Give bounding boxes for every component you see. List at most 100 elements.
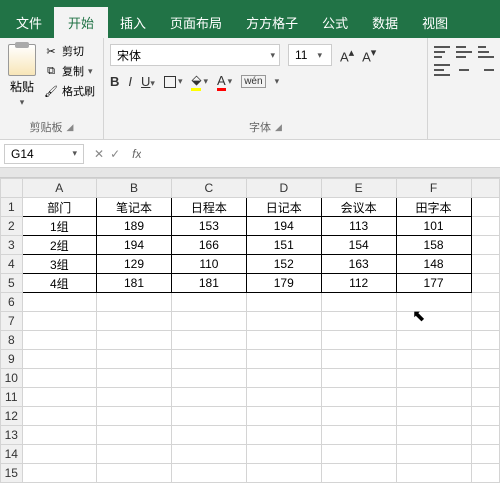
align-bottom-button[interactable]: [478, 46, 494, 58]
cell[interactable]: [471, 426, 500, 445]
row-header[interactable]: 7: [1, 312, 23, 331]
cell[interactable]: [471, 217, 500, 236]
cell[interactable]: [471, 445, 500, 464]
tab-insert[interactable]: 插入: [108, 7, 158, 38]
cell[interactable]: [471, 369, 500, 388]
row-header[interactable]: 5: [1, 274, 23, 293]
row-header[interactable]: 10: [1, 369, 23, 388]
cell[interactable]: [321, 426, 396, 445]
column-header[interactable]: C: [171, 179, 246, 198]
cell[interactable]: [471, 198, 500, 217]
cell[interactable]: [321, 350, 396, 369]
cell[interactable]: [396, 350, 471, 369]
column-header[interactable]: F: [396, 179, 471, 198]
chevron-down-icon[interactable]: ▾: [72, 148, 77, 159]
cell[interactable]: [471, 350, 500, 369]
row-header[interactable]: 15: [1, 464, 23, 483]
cell[interactable]: [246, 312, 321, 331]
cell[interactable]: 154: [321, 236, 396, 255]
cell[interactable]: [246, 407, 321, 426]
cell[interactable]: [22, 464, 96, 483]
cell[interactable]: [471, 407, 500, 426]
row-header[interactable]: 2: [1, 217, 23, 236]
cell[interactable]: [22, 331, 96, 350]
cell[interactable]: [22, 388, 96, 407]
align-left-button[interactable]: [434, 64, 450, 76]
copy-button[interactable]: ⧉复制▾: [42, 62, 97, 80]
row-header[interactable]: 1: [1, 198, 23, 217]
underline-button[interactable]: U▾: [141, 74, 155, 89]
cell[interactable]: 田字本: [396, 198, 471, 217]
cell[interactable]: [246, 464, 321, 483]
cell[interactable]: [471, 388, 500, 407]
cell[interactable]: [171, 464, 246, 483]
cell[interactable]: [396, 426, 471, 445]
cell[interactable]: [171, 312, 246, 331]
cell[interactable]: [171, 293, 246, 312]
cell[interactable]: 166: [171, 236, 246, 255]
align-right-button[interactable]: [478, 64, 494, 76]
cell[interactable]: 部门: [22, 198, 96, 217]
format-painter-button[interactable]: 🖌格式刷: [42, 82, 97, 100]
cell[interactable]: 110: [171, 255, 246, 274]
cell[interactable]: 194: [246, 217, 321, 236]
cell[interactable]: 会议本: [321, 198, 396, 217]
row-header[interactable]: 3: [1, 236, 23, 255]
font-family-select[interactable]: 宋体 ▾: [110, 44, 280, 66]
cell[interactable]: [246, 293, 321, 312]
font-color-button[interactable]: A▾: [217, 73, 232, 91]
cell[interactable]: [471, 464, 500, 483]
cell[interactable]: 177: [396, 274, 471, 293]
chevron-down-icon[interactable]: ▾: [88, 66, 93, 77]
row-header[interactable]: 6: [1, 293, 23, 312]
cell[interactable]: [22, 312, 96, 331]
cell[interactable]: [246, 350, 321, 369]
cell[interactable]: [321, 331, 396, 350]
cell[interactable]: 1组: [22, 217, 96, 236]
cell[interactable]: 112: [321, 274, 396, 293]
cell[interactable]: 3组: [22, 255, 96, 274]
cell[interactable]: [171, 388, 246, 407]
cell[interactable]: [396, 312, 471, 331]
cell[interactable]: [396, 293, 471, 312]
row-header[interactable]: 8: [1, 331, 23, 350]
cell[interactable]: [22, 445, 96, 464]
cell[interactable]: [171, 407, 246, 426]
cell[interactable]: [22, 369, 96, 388]
tab-file[interactable]: 文件: [4, 7, 54, 38]
tab-page-layout[interactable]: 页面布局: [158, 7, 234, 38]
cell[interactable]: [97, 312, 172, 331]
tab-home[interactable]: 开始: [54, 7, 108, 38]
increase-font-button[interactable]: A▴: [340, 46, 354, 64]
select-all-corner[interactable]: [1, 179, 23, 198]
cell[interactable]: [396, 464, 471, 483]
cell[interactable]: [396, 369, 471, 388]
border-button[interactable]: ▾: [164, 76, 183, 88]
align-middle-button[interactable]: [456, 46, 472, 58]
cell[interactable]: 日程本: [171, 198, 246, 217]
cell[interactable]: 笔记本: [97, 198, 172, 217]
chevron-down-icon[interactable]: ▾: [266, 50, 279, 61]
font-size-select[interactable]: 11 ▾: [288, 44, 332, 66]
cut-button[interactable]: ✂剪切: [42, 42, 97, 60]
cell[interactable]: 153: [171, 217, 246, 236]
cell[interactable]: [171, 426, 246, 445]
cell[interactable]: [97, 445, 172, 464]
fill-color-button[interactable]: ⬙▾: [191, 72, 208, 91]
worksheet-grid[interactable]: ABCDEF1部门笔记本日程本日记本会议本田字本21组1891531941131…: [0, 178, 500, 483]
cell[interactable]: [97, 388, 172, 407]
cell[interactable]: [246, 369, 321, 388]
cell[interactable]: 158: [396, 236, 471, 255]
chevron-down-icon[interactable]: ▾: [313, 50, 326, 61]
cell[interactable]: [471, 236, 500, 255]
cell[interactable]: [321, 388, 396, 407]
column-header[interactable]: E: [321, 179, 396, 198]
cell[interactable]: [321, 312, 396, 331]
cell[interactable]: [396, 331, 471, 350]
cell[interactable]: 148: [396, 255, 471, 274]
cell[interactable]: [171, 445, 246, 464]
cell[interactable]: 113: [321, 217, 396, 236]
cell[interactable]: [471, 331, 500, 350]
cell[interactable]: [171, 369, 246, 388]
cell[interactable]: [22, 350, 96, 369]
